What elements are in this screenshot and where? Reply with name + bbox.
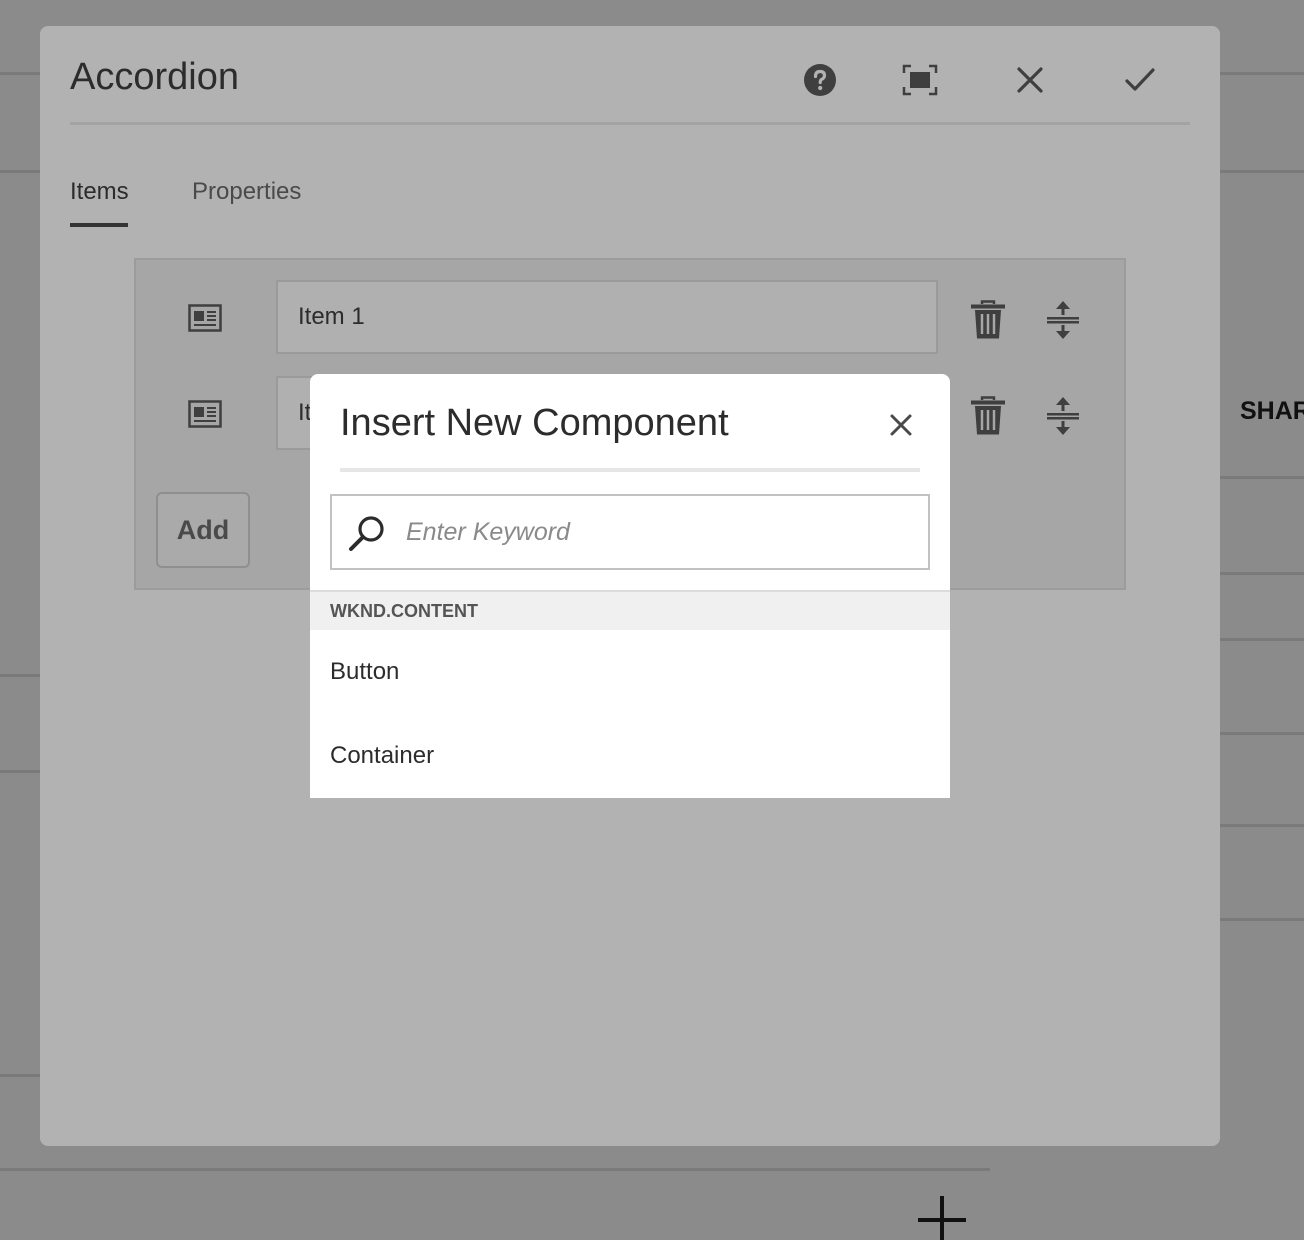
page-divider bbox=[1220, 170, 1304, 173]
page-divider bbox=[1220, 732, 1304, 735]
fullscreen-button[interactable] bbox=[902, 62, 938, 98]
item-title-field[interactable]: Item 1 bbox=[276, 280, 938, 354]
checkmark-icon bbox=[1125, 68, 1155, 91]
page-divider bbox=[0, 1168, 990, 1171]
add-component-icon[interactable] bbox=[918, 1196, 966, 1240]
close-icon bbox=[1017, 67, 1043, 93]
dialog-title: Accordion bbox=[70, 56, 239, 98]
page-divider bbox=[1220, 572, 1304, 575]
component-item-container[interactable]: Container bbox=[310, 714, 950, 798]
page-divider bbox=[0, 770, 40, 773]
tab-items[interactable]: Items bbox=[70, 178, 129, 206]
component-group-header: WKND.CONTENT bbox=[310, 590, 950, 630]
close-icon[interactable] bbox=[888, 412, 914, 438]
popover-title: Insert New Component bbox=[340, 402, 729, 444]
page-divider bbox=[1220, 638, 1304, 641]
reorder-handle-icon[interactable] bbox=[1046, 300, 1080, 340]
search-input[interactable] bbox=[406, 496, 916, 568]
popover-divider bbox=[340, 468, 920, 472]
fullscreen-icon bbox=[902, 64, 938, 96]
page-divider bbox=[0, 170, 40, 173]
page-divider bbox=[1220, 918, 1304, 921]
tab-properties[interactable]: Properties bbox=[192, 178, 301, 206]
help-icon bbox=[804, 64, 836, 96]
done-button[interactable] bbox=[1122, 62, 1158, 98]
component-item-button[interactable]: Button bbox=[310, 630, 950, 714]
trash-icon[interactable] bbox=[970, 396, 1006, 436]
search-icon bbox=[349, 516, 384, 551]
page-divider bbox=[1220, 476, 1304, 479]
page-divider bbox=[0, 72, 40, 75]
close-button[interactable] bbox=[1012, 62, 1048, 98]
reorder-handle-icon[interactable] bbox=[1046, 396, 1080, 436]
trash-icon[interactable] bbox=[970, 300, 1006, 340]
page-divider bbox=[0, 1074, 40, 1077]
panel-icon bbox=[188, 304, 222, 332]
page-divider bbox=[1220, 72, 1304, 75]
active-tab-indicator bbox=[70, 223, 128, 227]
panel-icon bbox=[188, 400, 222, 428]
share-label: SHAR bbox=[1240, 397, 1304, 425]
help-button[interactable] bbox=[802, 62, 838, 98]
add-item-button[interactable]: Add bbox=[156, 492, 250, 568]
page-divider bbox=[1220, 824, 1304, 827]
insert-component-dialog: Insert New Component WKND.CONTENT Button… bbox=[310, 374, 950, 798]
header-divider bbox=[70, 122, 1190, 125]
page-divider bbox=[0, 674, 40, 677]
component-search bbox=[330, 494, 930, 570]
